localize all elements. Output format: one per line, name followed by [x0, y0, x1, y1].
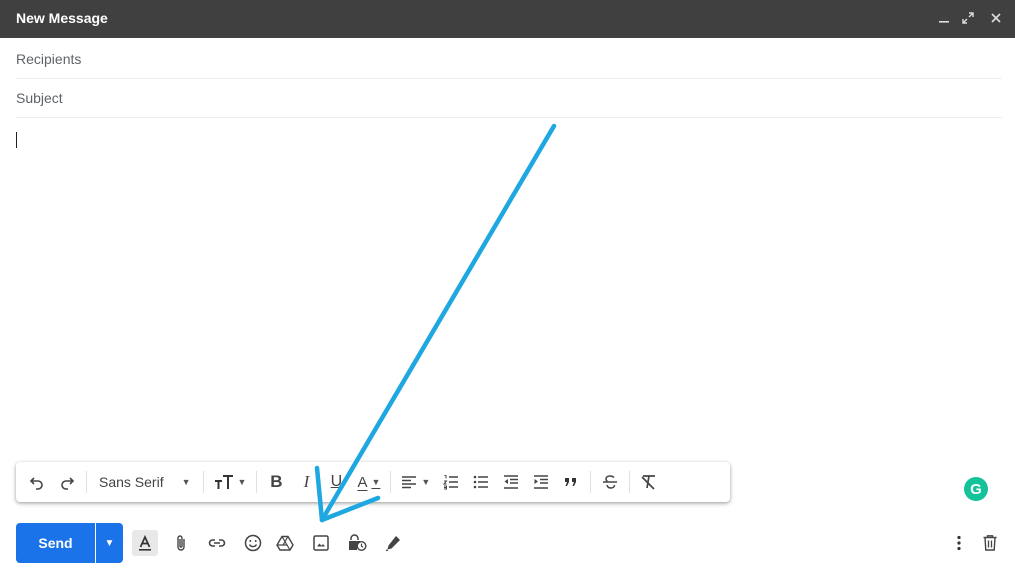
- insert-emoji-button[interactable]: [240, 530, 266, 556]
- grammarly-icon: G: [970, 480, 982, 498]
- insert-signature-button[interactable]: [380, 530, 406, 556]
- insert-photo-icon: [313, 535, 329, 551]
- chevron-down-icon: ▼: [237, 477, 247, 487]
- paperclip-icon: [177, 535, 185, 551]
- formatting-options-button[interactable]: [132, 530, 158, 556]
- align-left-icon: [402, 476, 417, 489]
- text-size-icon: [214, 475, 233, 489]
- bulleted-list-button[interactable]: [468, 468, 494, 496]
- font-family-select[interactable]: Sans Serif ▼: [93, 468, 197, 496]
- trash-icon: [983, 535, 997, 551]
- send-options-button[interactable]: ▼: [96, 523, 123, 563]
- emoji-icon: [244, 534, 262, 552]
- undo-button[interactable]: [24, 468, 50, 496]
- toolbar-separator: [256, 471, 258, 493]
- text-caret: [16, 132, 17, 148]
- expand-icon: [962, 12, 974, 24]
- subject-field[interactable]: [16, 79, 1002, 118]
- undo-icon: [29, 477, 43, 490]
- strikethrough-icon: [603, 475, 618, 489]
- more-options-button[interactable]: [946, 530, 972, 556]
- lock-clock-icon: [349, 534, 367, 552]
- compose-title-bar: New Message: [0, 0, 1015, 38]
- indent-less-icon: [504, 475, 519, 489]
- compose-title: New Message: [16, 10, 108, 26]
- toolbar-separator: [590, 471, 592, 493]
- indent-less-button[interactable]: [498, 468, 524, 496]
- toolbar-separator: [202, 471, 204, 493]
- numbered-list-icon: [443, 475, 459, 490]
- send-label: Send: [38, 535, 73, 551]
- indent-more-button[interactable]: [528, 468, 554, 496]
- toolbar-separator: [629, 471, 631, 493]
- close-button[interactable]: [986, 8, 1006, 28]
- underline-button[interactable]: U: [323, 468, 349, 496]
- formatting-toolbar: Sans Serif ▼ ▼ B I U A ▼ ▼: [16, 462, 730, 502]
- minimize-icon: [939, 21, 949, 23]
- chevron-down-icon: ▼: [104, 537, 115, 549]
- toolbar-separator: [86, 471, 87, 493]
- confidential-mode-button[interactable]: [344, 530, 370, 556]
- discard-draft-button[interactable]: [977, 530, 1003, 556]
- strikethrough-button[interactable]: [597, 468, 623, 496]
- bulleted-list-icon: [473, 475, 489, 489]
- close-icon: [991, 13, 1001, 23]
- send-button[interactable]: Send: [16, 523, 95, 563]
- redo-button[interactable]: [54, 468, 80, 496]
- pen-icon: [385, 536, 400, 552]
- message-body[interactable]: [16, 124, 1002, 454]
- align-select[interactable]: ▼: [397, 468, 434, 496]
- text-color-label: A: [357, 473, 368, 491]
- numbered-list-button[interactable]: [438, 468, 464, 496]
- font-size-select[interactable]: ▼: [210, 468, 251, 496]
- bold-label: B: [270, 472, 283, 491]
- remove-formatting-button[interactable]: [636, 468, 662, 496]
- chevron-down-icon: ▼: [421, 477, 431, 487]
- quote-icon: [565, 478, 577, 486]
- insert-photo-button[interactable]: [308, 530, 334, 556]
- clear-formatting-icon: [641, 475, 656, 490]
- recipients-input[interactable]: [16, 40, 1002, 78]
- italic-label: I: [303, 472, 310, 491]
- redo-icon: [61, 477, 75, 490]
- bold-button[interactable]: B: [263, 468, 289, 496]
- underline-label: U: [330, 473, 343, 490]
- chevron-down-icon: ▼: [181, 477, 191, 487]
- text-format-icon: [139, 535, 151, 551]
- google-drive-icon: [276, 535, 294, 551]
- recipients-field[interactable]: [16, 40, 1002, 79]
- indent-more-icon: [534, 475, 549, 489]
- font-family-label: Sans Serif: [99, 474, 164, 490]
- minimize-button[interactable]: [934, 8, 954, 28]
- expand-button[interactable]: [958, 8, 978, 28]
- chevron-down-icon: ▼: [371, 477, 381, 487]
- toolbar-separator: [390, 471, 392, 493]
- subject-input[interactable]: [16, 79, 1002, 117]
- more-vert-icon: [957, 535, 961, 551]
- insert-link-button[interactable]: [204, 530, 230, 556]
- text-color-button[interactable]: A ▼: [353, 468, 384, 496]
- insert-drive-button[interactable]: [272, 530, 298, 556]
- link-icon: [208, 539, 226, 547]
- quote-button[interactable]: [558, 468, 584, 496]
- attach-files-button[interactable]: [168, 530, 194, 556]
- italic-button[interactable]: I: [293, 468, 319, 496]
- grammarly-button[interactable]: G: [964, 477, 988, 501]
